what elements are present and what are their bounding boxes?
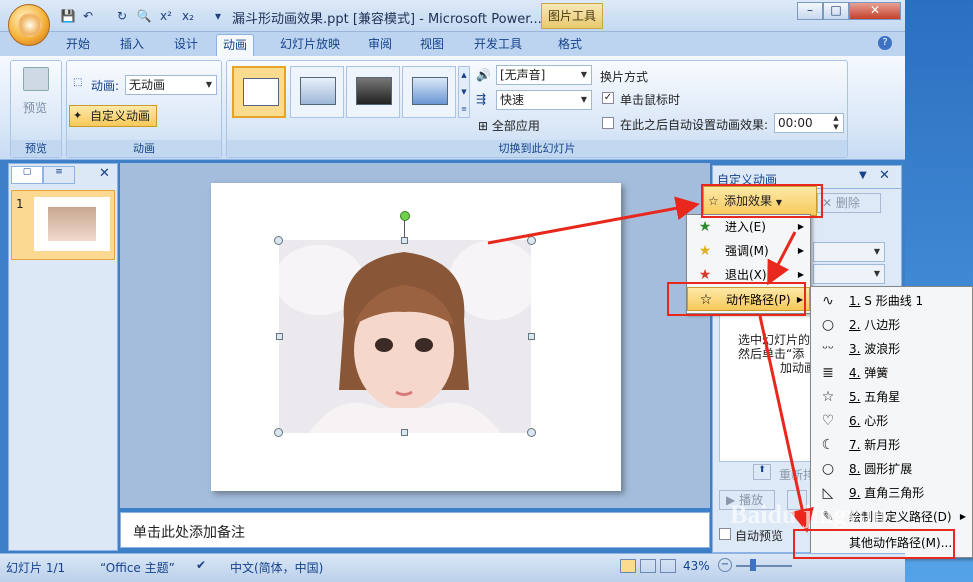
annotation-arrows	[487, 196, 814, 533]
office-button[interactable]	[8, 4, 50, 46]
watermark: Baidu jingyan	[730, 500, 887, 529]
